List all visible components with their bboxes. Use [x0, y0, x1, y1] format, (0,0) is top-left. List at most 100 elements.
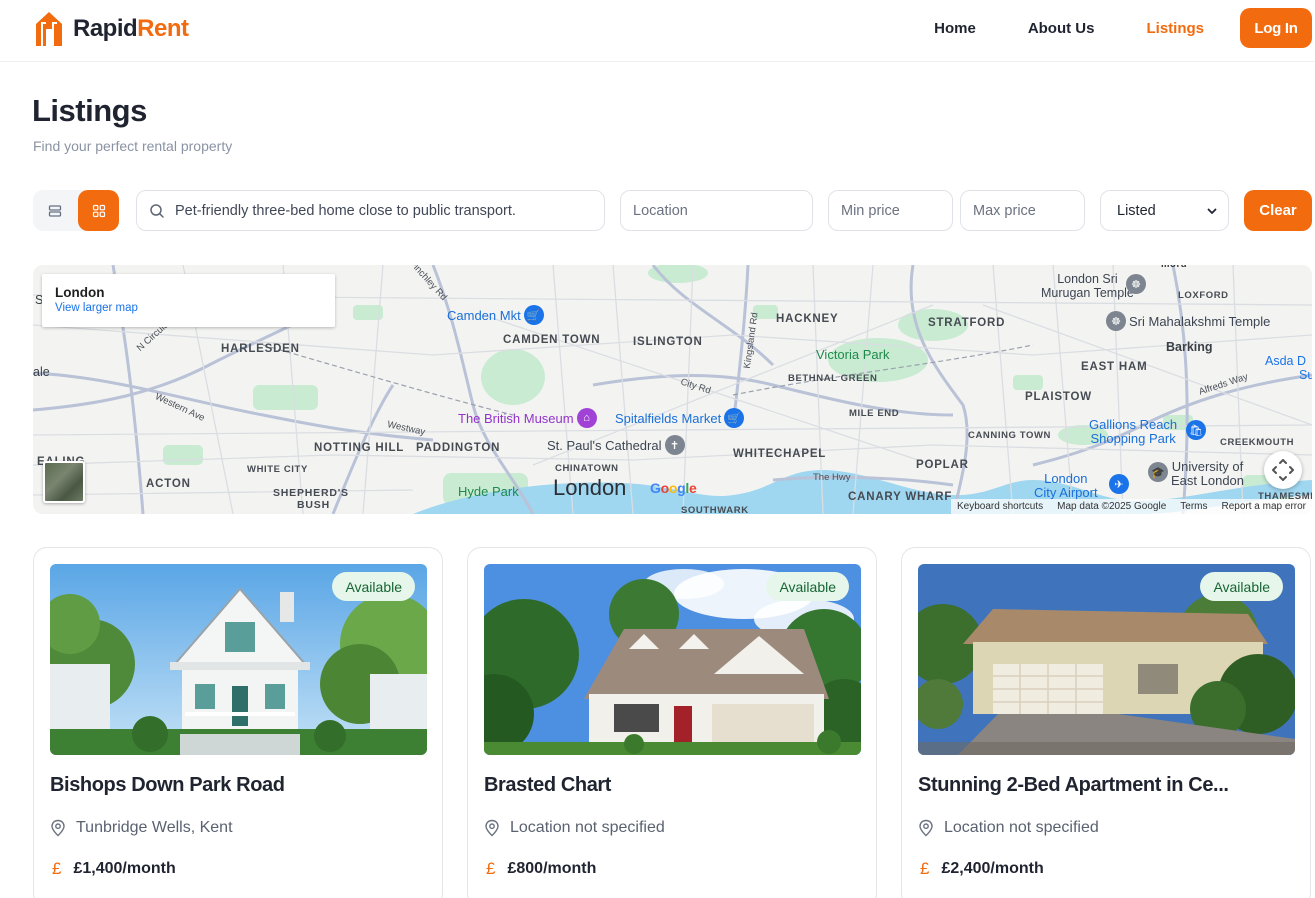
pound-icon: £: [52, 859, 62, 878]
search-box: [136, 190, 605, 231]
page-title: Listings: [32, 93, 147, 128]
listing-location-text: Location not specified: [510, 819, 665, 836]
map-label-canary-wharf: CANARY WHARF: [848, 491, 953, 503]
map-label-hackney: HACKNEY: [776, 313, 839, 325]
poi-university-east-london[interactable]: University of East London: [1171, 460, 1244, 488]
listing-price: £ £800/month: [486, 859, 596, 879]
poi-british-museum-label: The British Museum: [458, 410, 574, 426]
map-label-asda-1: Asda D: [1265, 354, 1306, 368]
min-price-input[interactable]: [828, 190, 953, 231]
map-data-attribution: Map data ©2025 Google: [1057, 501, 1167, 512]
brand-name: RapidRent: [73, 15, 189, 43]
listing-card[interactable]: Available Brasted Chart Location not spe…: [467, 547, 877, 898]
poi-london-sri-murugan[interactable]: London Sri Murugan Temple: [1041, 272, 1134, 300]
listing-price-text: £800/month: [507, 860, 597, 877]
list-view-icon: [48, 204, 61, 217]
sort-select[interactable]: Listed: [1100, 190, 1229, 231]
listing-title: Stunning 2-Bed Apartment in Ce...: [918, 774, 1229, 796]
listing-image: Available: [484, 564, 861, 755]
map-label-barking: Barking: [1166, 340, 1213, 354]
map-label-bethnal-green: BETHNAL GREEN: [788, 373, 878, 384]
login-button[interactable]: Log In: [1240, 8, 1312, 48]
poi-sri-mahalakshmi-label: Sri Mahalakshmi Temple: [1129, 313, 1271, 329]
poi-london-sri-label-1: London Sri: [1057, 272, 1118, 286]
listing-price-text: £1,400/month: [73, 860, 176, 877]
map-info-title: London: [55, 285, 105, 300]
satellite-toggle-button[interactable]: [43, 461, 85, 503]
keyboard-shortcuts-link[interactable]: Keyboard shortcuts: [957, 501, 1043, 512]
poi-sri-mahalakshmi[interactable]: ☸ Sri Mahalakshmi Temple: [1103, 311, 1270, 331]
report-map-error-link[interactable]: Report a map error: [1222, 501, 1306, 512]
terms-link[interactable]: Terms: [1180, 501, 1207, 512]
grid-view-icon: [92, 204, 105, 217]
poi-gallions-reach[interactable]: Gallions Reach Shopping Park: [1089, 418, 1177, 446]
map-label-shepherds-bush-1: SHEPHERD'S: [273, 487, 349, 499]
map-footer: Keyboard shortcuts Map data ©2025 Google…: [950, 499, 1312, 514]
map-label-creekmouth: CREEKMOUTH: [1220, 437, 1295, 448]
map-label-asda-2: Su: [1299, 368, 1312, 382]
brand-name-part2: Rent: [137, 15, 189, 42]
map-label-notting-hill: NOTTING HILL: [314, 442, 405, 454]
grid-view-button[interactable]: [78, 190, 119, 231]
map-label-mord: mord: [1161, 265, 1187, 270]
listing-card[interactable]: Available Stunning 2-Bed Apartment in Ce…: [901, 547, 1311, 898]
brand-logo[interactable]: RapidRent: [33, 10, 189, 48]
listing-price: £ £2,400/month: [920, 859, 1044, 879]
airport-icon: ✈: [1106, 474, 1132, 494]
map-label-acton: ACTON: [146, 478, 191, 490]
main-nav: Home About Us Listings Log In: [882, 8, 1312, 48]
map-label-chinatown: CHINATOWN: [555, 463, 619, 474]
view-larger-map-link[interactable]: View larger map: [55, 302, 322, 314]
poi-camden-mkt-label: Camden Mkt: [447, 307, 521, 323]
nav-home[interactable]: Home: [934, 20, 976, 37]
poi-uel-label-1: University of: [1171, 459, 1244, 474]
map-label-white-city: WHITE CITY: [247, 464, 308, 475]
map-pin-icon: [485, 819, 499, 837]
listing-price: £ £1,400/month: [52, 859, 176, 879]
nav-about-us[interactable]: About Us: [1028, 20, 1095, 37]
map-label-canning-town: CANNING TOWN: [968, 430, 1052, 441]
map-label-ale: ale: [33, 365, 50, 379]
map-label-mile-end: MILE END: [849, 408, 900, 419]
map-label-whitechapel: WHITECHAPEL: [733, 448, 827, 460]
listing-price-text: £2,400/month: [941, 860, 1044, 877]
poi-uel-label-2: East London: [1171, 473, 1245, 488]
clear-filters-button[interactable]: Clear: [1244, 190, 1312, 231]
poi-airport-label-2: City Airport: [1034, 485, 1098, 500]
poi-spitalfields-market[interactable]: Spitalfields Market 🛒: [615, 408, 747, 428]
poi-british-museum[interactable]: The British Museum ⌂: [458, 408, 600, 428]
search-input[interactable]: [175, 202, 595, 219]
page-subtitle: Find your perfect rental property: [33, 138, 233, 154]
chevron-down-icon: [1207, 208, 1217, 214]
shopping-bag-icon: 🛍: [1183, 420, 1209, 440]
pound-icon: £: [920, 859, 930, 878]
map-pin-icon: [919, 819, 933, 837]
map-label-the-hwy: The Hwy: [813, 472, 851, 483]
poi-st-pauls[interactable]: St. Paul's Cathedral ✝: [547, 435, 688, 455]
church-icon: ✝: [664, 435, 685, 455]
temple-icon: ☸: [1106, 311, 1126, 331]
listing-location-text: Location not specified: [944, 819, 1099, 836]
poi-camden-mkt[interactable]: Camden Mkt 🛒: [447, 305, 547, 325]
max-price-input[interactable]: [960, 190, 1085, 231]
location-input[interactable]: [620, 190, 813, 231]
poi-gallions-label-1: Gallions Reach: [1089, 417, 1178, 432]
view-mode-toggle: [33, 190, 119, 231]
brand-name-part1: Rapid: [73, 15, 138, 42]
fullscreen-icon: [1272, 459, 1294, 481]
map-label-shepherds-bush-2: BUSH: [297, 499, 330, 511]
map-view[interactable]: HARLESDEN CAMDEN TOWN ISLINGTON HACKNEY …: [33, 265, 1312, 514]
map-label-london: London: [553, 475, 627, 500]
search-icon: [150, 203, 164, 218]
poi-london-city-airport[interactable]: London City Airport: [1034, 472, 1098, 500]
nav-listings[interactable]: Listings: [1146, 20, 1204, 37]
status-badge: Available: [766, 572, 849, 601]
listing-location-text: Tunbridge Wells, Kent: [76, 819, 233, 836]
fullscreen-button[interactable]: [1264, 451, 1302, 489]
google-logo: Google: [650, 480, 697, 496]
museum-icon: ⌂: [576, 408, 597, 428]
listing-card[interactable]: Available Bishops Down Park Road Tunbrid…: [33, 547, 443, 898]
list-view-button[interactable]: [33, 190, 76, 231]
listing-image: Available: [50, 564, 427, 755]
map-label-camden-town: CAMDEN TOWN: [503, 334, 601, 346]
